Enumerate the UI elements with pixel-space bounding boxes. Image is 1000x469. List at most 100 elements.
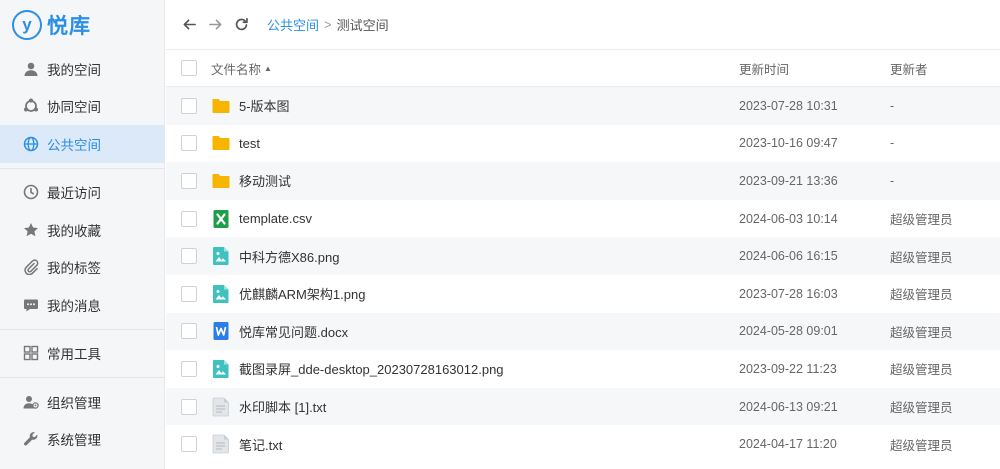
row-checkbox[interactable] (180, 360, 197, 377)
logo-text: 悦库 (47, 15, 91, 38)
table-row[interactable]: 截图录屏_dde-desktop_20230728163012.png 2023-… (166, 350, 1000, 388)
row-checkbox[interactable] (180, 248, 197, 265)
table-row[interactable]: 移动测试 2023-09-21 13:36 - (166, 162, 1000, 200)
file-updated-time: 2024-06-06 16:15 (739, 249, 838, 264)
file-updated-by: 超级管理员 (890, 363, 953, 378)
file-updated-by: 超级管理员 (890, 401, 953, 416)
star-icon (23, 222, 39, 238)
table-row[interactable]: template.csv 2024-06-03 10:14 超级管理员 (166, 200, 1000, 238)
sidebar-item-favorites[interactable]: 我的收藏 (0, 211, 164, 249)
select-all-checkbox[interactable] (180, 60, 197, 76)
row-checkbox[interactable] (180, 285, 197, 302)
table-row[interactable]: 笔记.txt 2024-04-17 11:20 超级管理员 (166, 425, 1000, 463)
file-name[interactable]: 移动测试 (239, 171, 291, 190)
file-updated-by: - (890, 173, 895, 188)
sidebar-item-messages[interactable]: 我的消息 (0, 286, 164, 324)
excel-file-icon (211, 209, 231, 229)
folder-icon (211, 133, 231, 153)
file-name[interactable]: 5-版本图 (239, 96, 290, 115)
text-file-icon (211, 434, 231, 454)
row-checkbox[interactable] (180, 323, 197, 340)
file-updated-time: 2023-07-28 16:03 (739, 286, 838, 301)
file-updated-by: - (890, 98, 895, 113)
table-row[interactable]: 优麒麟ARM架构1.png 2023-07-28 16:03 超级管理员 (166, 275, 1000, 313)
file-name[interactable]: 中科方德X86.png (239, 247, 339, 266)
sidebar-item-label: 我的消息 (47, 298, 101, 314)
table-header: 文件名称 ▲ 更新时间 更新者 (166, 50, 1000, 87)
file-updated-by: - (890, 136, 895, 151)
column-header-time[interactable]: 更新时间 (739, 59, 890, 78)
file-name[interactable]: 优麒麟ARM架构1.png (239, 284, 365, 303)
file-updated-time: 2023-10-16 09:47 (739, 136, 838, 151)
file-name[interactable]: 截图录屏_dde-desktop_20230728163012.png (239, 359, 504, 378)
sidebar-item-label: 最近访问 (47, 186, 101, 202)
row-checkbox[interactable] (180, 97, 197, 114)
file-updated-time: 2024-06-13 09:21 (739, 399, 838, 414)
sidebar-item-tags[interactable]: 我的标签 (0, 249, 164, 287)
sidebar-item-label: 公共空间 (47, 137, 101, 153)
file-updated-time: 2023-09-21 13:36 (739, 173, 838, 188)
sidebar-item-my-space[interactable]: 我的空间 (0, 50, 164, 88)
file-updated-by: 超级管理员 (890, 213, 953, 228)
table-row[interactable]: 5-版本图 2023-07-28 10:31 - (166, 87, 1000, 125)
message-icon (23, 297, 39, 313)
sidebar-item-recent[interactable]: 最近访问 (0, 174, 164, 212)
sidebar-item-label: 系统管理 (47, 433, 101, 449)
breadcrumb-public-space[interactable]: 公共空间 (267, 15, 319, 34)
image-file-icon (211, 246, 231, 266)
column-header-name-label: 文件名称 (211, 62, 262, 77)
paperclip-icon (23, 259, 39, 276)
file-name[interactable]: 水印脚本 [1].txt (239, 397, 326, 416)
file-name[interactable]: test (239, 136, 260, 151)
sidebar-divider (0, 167, 164, 169)
arrow-right-icon (208, 19, 221, 30)
refresh-button[interactable] (231, 15, 251, 35)
breadcrumb: 公共空间 > 测试空间 (267, 15, 389, 34)
row-checkbox[interactable] (180, 135, 197, 152)
file-name[interactable]: 笔记.txt (239, 435, 282, 454)
sort-ascending-icon: ▲ (264, 63, 272, 73)
table-row[interactable]: 悦库常见问题.docx 2024-05-28 09:01 超级管理员 (166, 312, 1000, 351)
table-row[interactable]: 中科方德X86.png 2024-06-06 16:15 超级管理员 (166, 237, 1000, 275)
column-header-name[interactable]: 文件名称 ▲ (211, 59, 739, 78)
table-row[interactable]: test 2023-10-16 09:47 - (166, 125, 1000, 163)
org-icon (23, 394, 39, 410)
collab-icon (23, 98, 39, 114)
sidebar-item-tools[interactable]: 常用工具 (0, 335, 164, 373)
file-name[interactable]: template.csv (239, 211, 312, 226)
file-updated-time: 2024-06-03 10:14 (739, 211, 838, 226)
row-checkbox[interactable] (180, 398, 197, 415)
sidebar-item-collab-space[interactable]: 协同空间 (0, 88, 164, 126)
image-file-icon (211, 284, 231, 304)
sidebar-item-public-space[interactable]: 公共空间 (0, 125, 164, 163)
row-checkbox[interactable] (180, 436, 197, 453)
file-updated-time: 2023-07-28 10:31 (739, 98, 838, 113)
row-checkbox[interactable] (180, 172, 197, 189)
folder-icon (211, 96, 231, 116)
logo-icon: y (12, 10, 42, 40)
refresh-icon (235, 17, 248, 31)
back-button[interactable] (179, 15, 199, 35)
table-row[interactable]: 水印脚本 [1].txt 2024-06-13 09:21 超级管理员 (166, 387, 1000, 426)
file-updated-by: 超级管理员 (890, 438, 953, 453)
sidebar-item-label: 协同空间 (47, 100, 101, 116)
word-file-icon (211, 321, 231, 341)
file-updated-by: 超级管理员 (890, 325, 953, 340)
image-file-icon (211, 359, 231, 379)
sidebar-item-system-management[interactable]: 系统管理 (0, 421, 164, 459)
text-file-icon (211, 397, 231, 417)
column-header-user[interactable]: 更新者 (890, 59, 1000, 78)
file-updated-by: 超级管理员 (890, 250, 953, 265)
app-logo[interactable]: y 悦库 (0, 0, 164, 50)
user-icon (23, 61, 39, 77)
file-updated-time: 2024-05-28 09:01 (739, 324, 838, 339)
row-checkbox[interactable] (180, 210, 197, 227)
forward-button[interactable] (205, 15, 225, 35)
file-updated-time: 2024-04-17 11:20 (739, 437, 837, 452)
file-list: 5-版本图 2023-07-28 10:31 - test 2023-10-16 09:… (166, 87, 1000, 463)
sidebar-item-label: 我的空间 (47, 62, 101, 78)
file-name[interactable]: 悦库常见问题.docx (239, 322, 348, 341)
sidebar-divider (0, 377, 164, 378)
sidebar-item-org-management[interactable]: 组织管理 (0, 383, 164, 421)
sidebar-divider (0, 328, 164, 330)
